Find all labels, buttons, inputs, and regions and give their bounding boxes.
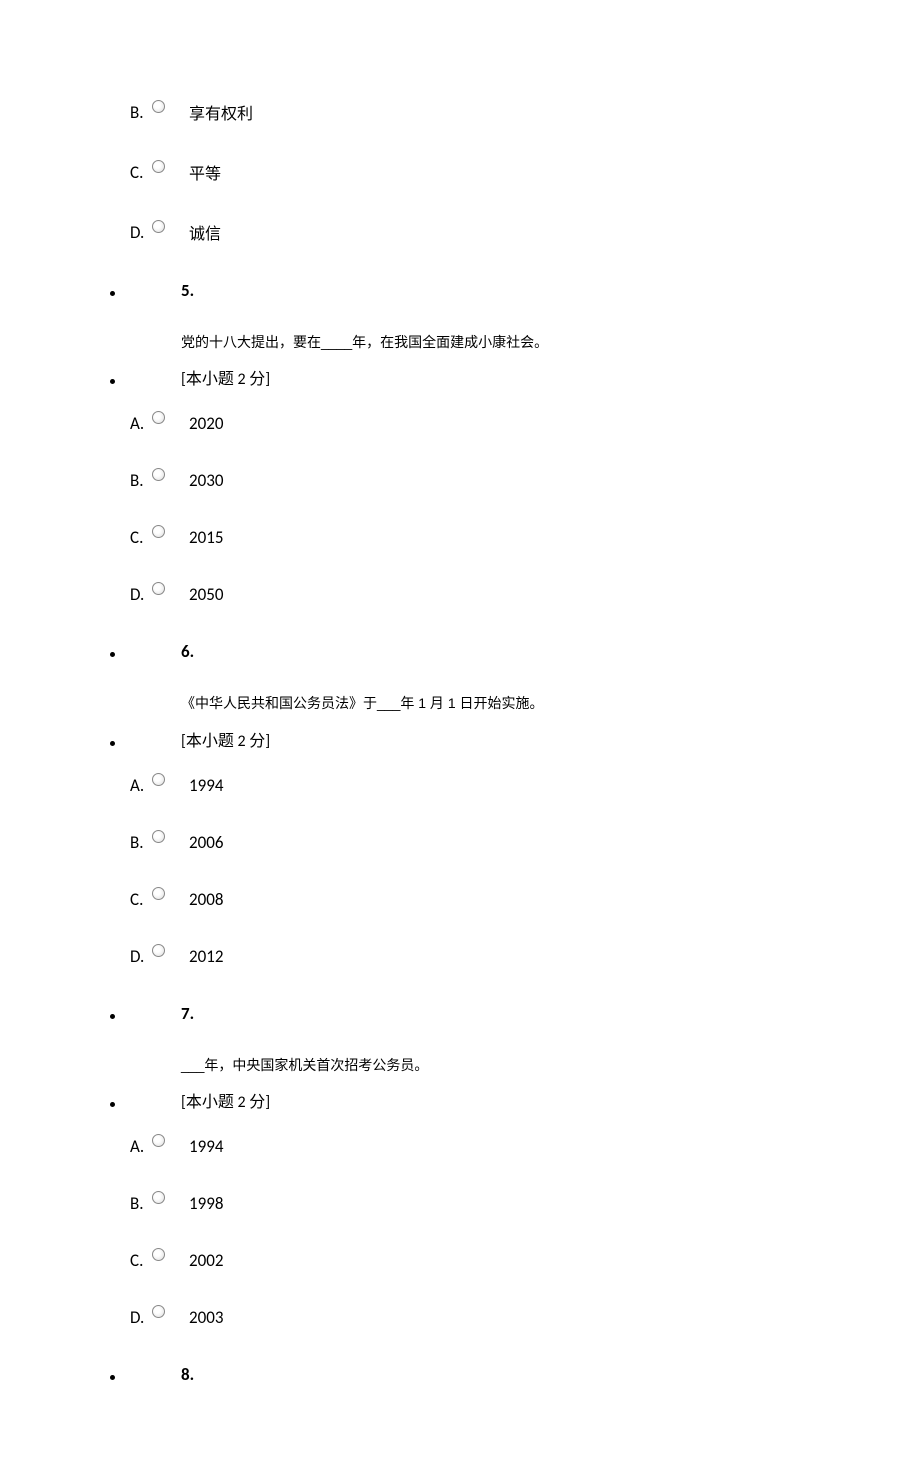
question-text: 党的十八大提出，要在____年，在我国全面建成小康社会。 — [110, 331, 810, 353]
points-text: [本小题 2 分] — [181, 365, 270, 389]
option-letter: A. — [130, 775, 152, 796]
option-text: 2008 — [189, 889, 223, 910]
option-text: 1994 — [189, 775, 223, 796]
option-letter: C. — [130, 527, 152, 548]
radio-icon[interactable] — [152, 525, 165, 538]
option-letter: A. — [130, 1136, 152, 1157]
question-number: 5. — [181, 280, 194, 301]
bullet-icon — [110, 741, 115, 746]
question-number-row: 7. — [110, 1003, 810, 1024]
points-text: [本小题 2 分] — [181, 1088, 270, 1112]
radio-icon[interactable] — [152, 1305, 165, 1318]
radio-icon[interactable] — [152, 1134, 165, 1147]
option-row: D. 2050 — [110, 584, 810, 605]
question-number-row: 6. — [110, 641, 810, 662]
option-text: 2050 — [189, 584, 223, 605]
radio-icon[interactable] — [152, 830, 165, 843]
points-row: [本小题 2 分] — [110, 365, 810, 389]
points-text: [本小题 2 分] — [181, 727, 270, 751]
option-row: A. 1994 — [110, 1136, 810, 1157]
radio-icon[interactable] — [152, 468, 165, 481]
option-text: 1998 — [189, 1193, 223, 1214]
radio-icon[interactable] — [152, 1248, 165, 1261]
option-letter: B. — [130, 102, 152, 123]
option-text: 2030 — [189, 470, 223, 491]
bullet-icon — [110, 1375, 115, 1380]
radio-icon[interactable] — [152, 944, 165, 957]
option-row: B. 1998 — [110, 1193, 810, 1214]
question-number: 7. — [181, 1003, 194, 1024]
radio-icon[interactable] — [152, 160, 165, 173]
option-row: C. 平等 — [110, 160, 810, 184]
question-text: ___年，中央国家机关首次招考公务员。 — [110, 1054, 810, 1076]
option-row: A. 2020 — [110, 413, 810, 434]
option-row: B. 2006 — [110, 832, 810, 853]
option-text: 2020 — [189, 413, 223, 434]
option-row: C. 2002 — [110, 1250, 810, 1271]
option-row: A. 1994 — [110, 775, 810, 796]
option-row: B. 享有权利 — [110, 100, 810, 124]
radio-icon[interactable] — [152, 411, 165, 424]
bullet-icon — [110, 652, 115, 657]
option-text: 享有权利 — [189, 100, 253, 124]
question-number: 6. — [181, 641, 194, 662]
question-number: 8. — [181, 1364, 194, 1385]
points-row: [本小题 2 分] — [110, 727, 810, 751]
option-text: 平等 — [189, 160, 221, 184]
option-text: 2006 — [189, 832, 223, 853]
option-letter: B. — [130, 470, 152, 491]
bullet-icon — [110, 379, 115, 384]
option-row: B. 2030 — [110, 470, 810, 491]
radio-icon[interactable] — [152, 100, 165, 113]
points-row: [本小题 2 分] — [110, 1088, 810, 1112]
bullet-icon — [110, 1014, 115, 1019]
option-text: 1994 — [189, 1136, 223, 1157]
option-text: 2015 — [189, 527, 223, 548]
radio-icon[interactable] — [152, 773, 165, 786]
option-row: D. 2003 — [110, 1307, 810, 1328]
option-letter: D. — [130, 1307, 152, 1328]
question-number-row: 8. — [110, 1364, 810, 1385]
option-letter: C. — [130, 889, 152, 910]
radio-icon[interactable] — [152, 220, 165, 233]
question-text: 《中华人民共和国公务员法》于___年 1 月 1 日开始实施。 — [110, 692, 810, 714]
option-row: D. 诚信 — [110, 220, 810, 244]
option-letter: D. — [130, 584, 152, 605]
question-number-row: 5. — [110, 280, 810, 301]
option-letter: B. — [130, 1193, 152, 1214]
radio-icon[interactable] — [152, 582, 165, 595]
option-text: 2012 — [189, 946, 223, 967]
option-text: 2003 — [189, 1307, 223, 1328]
option-row: D. 2012 — [110, 946, 810, 967]
option-letter: D. — [130, 222, 152, 243]
option-text: 2002 — [189, 1250, 223, 1271]
radio-icon[interactable] — [152, 887, 165, 900]
option-letter: C. — [130, 162, 152, 183]
bullet-icon — [110, 1102, 115, 1107]
option-letter: B. — [130, 832, 152, 853]
radio-icon[interactable] — [152, 1191, 165, 1204]
option-letter: A. — [130, 413, 152, 434]
option-letter: C. — [130, 1250, 152, 1271]
option-letter: D. — [130, 946, 152, 967]
option-row: C. 2015 — [110, 527, 810, 548]
bullet-icon — [110, 291, 115, 296]
option-text: 诚信 — [189, 220, 221, 244]
option-row: C. 2008 — [110, 889, 810, 910]
